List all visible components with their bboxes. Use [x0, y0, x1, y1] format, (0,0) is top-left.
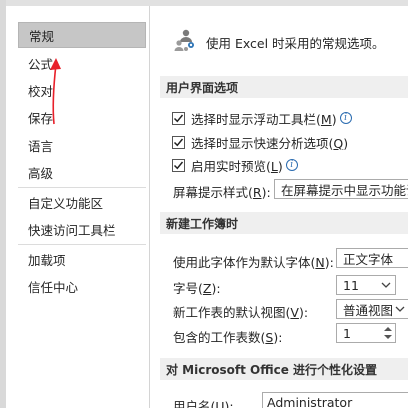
mini-toolbar-checkbox[interactable] [172, 111, 185, 125]
chevron-down-icon [381, 282, 391, 288]
option-mini-toolbar[interactable]: 选择时显示浮动工具栏(M) i [172, 109, 352, 127]
sidebar-item-quick-access-toolbar[interactable]: 快速访问工具栏 [18, 216, 146, 242]
window-left-edge [0, 0, 6, 408]
default-view-label: 新工作表的默认视图(V): [173, 305, 309, 320]
info-icon[interactable]: i [285, 159, 298, 171]
screentip-style-select[interactable]: 在屏幕提示中显示功能说明 [274, 179, 408, 199]
font-size-label: 字号(Z): [173, 281, 221, 296]
option-label: 启用实时预览(L) [191, 158, 283, 174]
screentip-label: 屏幕提示样式(R): [173, 185, 271, 200]
red-arrow-annotation [50, 58, 61, 125]
option-label: 选择时显示快速分析选项(Q) [191, 135, 349, 151]
spinner-arrows[interactable] [383, 325, 393, 341]
chevron-down-icon [395, 306, 405, 312]
option-label: 选择时显示浮动工具栏(M) [191, 111, 337, 127]
sidebar-item-language[interactable]: 语言 [18, 132, 146, 158]
sidebar-item-label: 语言 [28, 138, 54, 154]
people-options-icon [174, 29, 194, 51]
option-live-preview[interactable]: 启用实时预览(L) i [172, 156, 298, 174]
sidebar-item-label: 加载项 [28, 252, 66, 268]
sidebar-divider [18, 187, 146, 188]
default-font-label: 使用此字体作为默认字体(N): [173, 255, 334, 270]
sidebar-item-add-ins[interactable]: 加载项 [18, 246, 146, 272]
sidebar-item-formulas[interactable]: 公式 [18, 50, 146, 76]
section-ui-options: 用户界面选项 [160, 76, 408, 98]
sidebar-item-trust-center[interactable]: 信任中心 [18, 273, 146, 299]
sidebar-item-label: 自定义功能区 [28, 195, 104, 211]
general-options-panel [151, 6, 408, 408]
sidebar-divider [18, 244, 146, 245]
sidebar-item-label: 信任中心 [28, 279, 79, 295]
username-input[interactable]: Administrator [262, 392, 408, 408]
quick-analysis-checkbox[interactable] [172, 135, 185, 149]
default-view-select[interactable]: 普通视图 [336, 299, 408, 319]
sidebar-item-proofing[interactable]: 校对 [18, 77, 146, 103]
sidebar-item-label: 快速访问工具栏 [28, 222, 116, 238]
spin-up-icon[interactable] [383, 325, 393, 332]
sheet-count-label: 包含的工作表数(S): [173, 330, 283, 345]
font-size-select[interactable]: 11 [336, 275, 396, 295]
default-font-select[interactable]: 正文字体 [336, 248, 408, 268]
option-quick-analysis[interactable]: 选择时显示快速分析选项(Q) [172, 133, 348, 151]
username-label: 用户名(U): [173, 399, 234, 408]
sidebar-item-save[interactable]: 保存 [18, 104, 146, 130]
info-icon[interactable]: i [339, 112, 352, 124]
spin-down-icon[interactable] [383, 334, 393, 341]
section-new-workbook: 新建工作簿时 [160, 212, 408, 234]
options-sidebar: 常规 公式 校对 保存 语言 高级 自定义功能区 快速访问工具栏 加载项 信任中… [8, 6, 150, 408]
section-personalize: 对 Microsoft Office 进行个性化设置 [160, 358, 408, 380]
sidebar-item-label: 常规 [29, 28, 55, 44]
sidebar-item-general[interactable]: 常规 [18, 22, 146, 48]
sidebar-item-label: 高级 [28, 165, 54, 181]
live-preview-checkbox[interactable] [172, 158, 185, 172]
sidebar-item-advanced[interactable]: 高级 [18, 159, 146, 185]
sheet-count-spinner[interactable]: 1 [336, 323, 396, 343]
intro-text: 使用 Excel 时采用的常规选项。 [206, 36, 385, 51]
sidebar-item-customize-ribbon[interactable]: 自定义功能区 [18, 189, 146, 215]
